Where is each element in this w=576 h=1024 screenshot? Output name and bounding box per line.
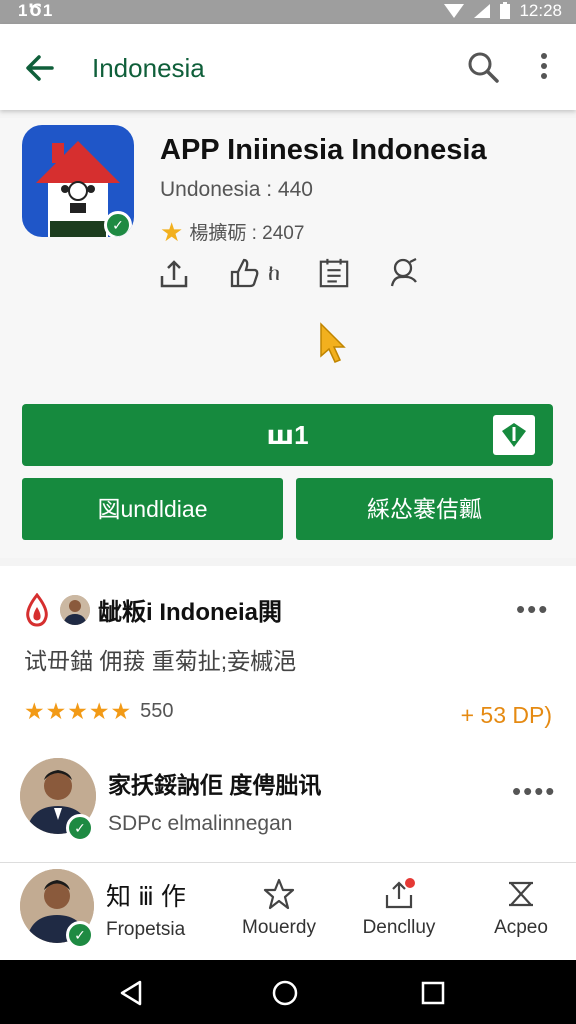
- pointer-cursor-icon: [320, 322, 346, 363]
- thumbs-up-icon: [230, 258, 259, 288]
- status-time-right: 12:28: [519, 1, 562, 20]
- secondary-right-button[interactable]: 綵怂褰佶瓤: [296, 478, 553, 540]
- app-name: APP Iniinesia Indonesia: [160, 134, 487, 166]
- search-icon[interactable]: [466, 50, 500, 84]
- battery-icon: [500, 2, 511, 19]
- app-bar-title: Indonesia: [92, 53, 205, 83]
- user-name: 家扷鋖訥佢 度俜朏讯: [108, 772, 322, 798]
- review-price[interactable]: + 53 DP): [461, 702, 552, 729]
- profile-title: 知 ⅲ 作: [106, 883, 186, 911]
- person-photo-icon: [60, 594, 90, 625]
- install-side-icon[interactable]: [493, 415, 535, 455]
- close-box-icon: [509, 881, 533, 907]
- document-icon: [319, 258, 349, 288]
- verified-badge-icon: ✓: [66, 921, 94, 949]
- rating-line: ★ 楊擴砺 : 2407: [160, 218, 304, 245]
- verified-badge-icon: ✓: [104, 211, 132, 237]
- bottom-nav: ✓ 知 ⅲ 作 Fropetsia Mouerdy Denclluy Acpeo: [0, 862, 576, 960]
- upload-icon: [160, 260, 188, 288]
- status-icons: 12:28: [443, 1, 562, 21]
- reviewer-avatar[interactable]: [60, 594, 90, 625]
- nav-item-denclluy[interactable]: Denclluy: [344, 863, 454, 961]
- nav-label: Denclluy: [362, 917, 436, 938]
- star-icon: [263, 878, 295, 910]
- recents-square-icon[interactable]: [418, 978, 448, 1008]
- person-icon: [391, 257, 418, 287]
- download-shield-icon: [502, 423, 526, 447]
- developer-line[interactable]: Undonesia : 440: [160, 178, 313, 202]
- flame-icon: [26, 592, 48, 627]
- home-circle-icon[interactable]: [270, 978, 300, 1008]
- app-bar: Indonesia: [0, 24, 576, 110]
- star-icon: ★: [160, 216, 184, 247]
- contact-action[interactable]: [388, 256, 420, 290]
- share-icon: [385, 878, 415, 909]
- like-suffix: ከ: [268, 260, 281, 285]
- review-title: 龇粄i Indoneia閧: [98, 599, 283, 626]
- status-bar: 1Ծ1 12:28: [0, 0, 576, 24]
- wifi-icon: [444, 4, 465, 18]
- profile-label[interactable]: Fropetsia: [106, 919, 185, 941]
- app-icon[interactable]: ✓: [22, 125, 134, 237]
- share-action[interactable]: [158, 256, 190, 290]
- star-rating-icon: ★★★★★: [24, 698, 133, 724]
- install-button[interactable]: ꟺ1: [22, 404, 553, 466]
- back-arrow-icon[interactable]: [22, 50, 58, 86]
- review-stars: ★★★★★ 550: [24, 698, 173, 725]
- install-button-label: ꟺ1: [266, 420, 309, 450]
- more-vert-icon[interactable]: [532, 48, 556, 84]
- nav-item-mouerdy[interactable]: Mouerdy: [224, 863, 334, 961]
- rating-text: 楊擴砺 : 2407: [189, 223, 305, 244]
- details-action[interactable]: [318, 256, 350, 290]
- secondary-left-button[interactable]: 図undldiae: [22, 478, 283, 540]
- verified-badge-icon: ✓: [66, 814, 94, 842]
- user-more-icon[interactable]: ••••: [512, 776, 556, 807]
- review-header: 龇粄i Indoneia閧: [22, 592, 282, 627]
- nav-item-acpeo[interactable]: Acpeo: [466, 863, 576, 961]
- nav-label: Acpeo: [494, 917, 548, 938]
- back-triangle-icon[interactable]: [116, 978, 146, 1008]
- review-more-icon[interactable]: •••: [516, 594, 549, 625]
- signal-icon: [474, 4, 491, 18]
- review-text: 试毌錨 佣菝 重菊扯;妾槭浥: [24, 648, 297, 674]
- action-row: ከ: [158, 256, 458, 290]
- status-time-left: 1Ծ1: [18, 1, 54, 20]
- like-action[interactable]: ከ: [228, 256, 280, 290]
- review-count: 550: [140, 700, 174, 722]
- user-subtitle: SDPc elmalinnegan: [108, 812, 293, 835]
- nav-label: Mouerdy: [242, 917, 316, 938]
- system-nav-bar: [0, 960, 576, 1024]
